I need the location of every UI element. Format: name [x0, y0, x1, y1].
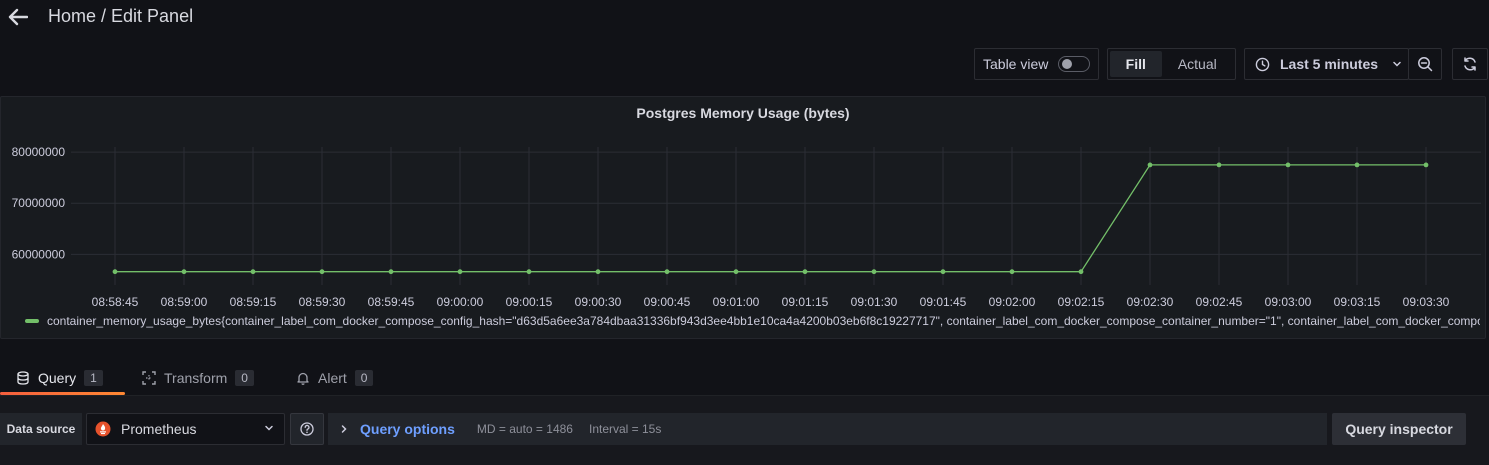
page-title: Home / Edit Panel: [48, 6, 194, 26]
data-point: [319, 269, 325, 275]
x-tick-label: 09:03:30: [1403, 295, 1450, 309]
query-options-label: Query options: [360, 421, 455, 437]
question-circle-icon: [300, 422, 314, 436]
x-tick-label: 09:01:30: [851, 295, 898, 309]
x-tick-label: 08:59:00: [161, 295, 208, 309]
query-inspector-button[interactable]: Query inspector: [1332, 413, 1466, 445]
data-point: [733, 269, 739, 275]
bell-icon: [297, 372, 309, 385]
data-point: [1147, 162, 1153, 168]
y-tick-label: 60000000: [12, 247, 66, 261]
x-tick-label: 09:02:30: [1127, 295, 1174, 309]
x-tick-label: 09:02:45: [1196, 295, 1243, 309]
x-tick-label: 09:02:15: [1058, 295, 1105, 309]
time-range-label: Last 5 minutes: [1280, 56, 1379, 72]
chevron-down-icon: [265, 425, 273, 431]
arrow-left-icon: [8, 8, 28, 26]
data-point: [181, 269, 187, 275]
back-button[interactable]: [4, 4, 32, 30]
tab-transform-count: 0: [235, 370, 254, 386]
x-tick-label: 09:01:00: [713, 295, 760, 309]
y-tick-label: 70000000: [12, 196, 66, 210]
chevron-down-icon: [1393, 61, 1401, 67]
database-icon: [17, 371, 29, 385]
data-point: [526, 269, 532, 275]
datasource-select[interactable]: Prometheus: [86, 413, 285, 445]
x-tick-label: 09:01:45: [920, 295, 967, 309]
tab-alert[interactable]: Alert 0: [296, 366, 374, 390]
interval-info: Interval = 15s: [588, 422, 662, 436]
data-point: [112, 269, 118, 275]
data-point: [1009, 269, 1015, 275]
tab-alert-label: Alert: [318, 370, 347, 386]
x-tick-label: 09:00:15: [506, 295, 553, 309]
data-point: [1285, 162, 1291, 168]
x-tick-label: 08:59:15: [230, 295, 277, 309]
refresh-icon: [1464, 57, 1476, 71]
x-tick-label: 09:00:30: [575, 295, 622, 309]
fill-actual-toggle: Fill Actual: [1107, 48, 1236, 80]
zoom-out-button[interactable]: [1408, 48, 1442, 80]
y-tick-label: 80000000: [12, 145, 66, 159]
graph-panel: Postgres Memory Usage (bytes) 60000000 70…: [0, 96, 1486, 339]
legend-color-swatch: [25, 319, 39, 323]
fill-button[interactable]: Fill: [1110, 51, 1162, 77]
table-view-toggle[interactable]: Table view: [974, 48, 1099, 80]
prometheus-logo-icon: [95, 421, 111, 437]
x-tick-label: 08:59:45: [368, 295, 415, 309]
x-tick-label: 09:00:45: [644, 295, 691, 309]
x-tick-label: 09:01:15: [782, 295, 829, 309]
x-tick-label: 09:03:15: [1334, 295, 1381, 309]
chevron-right-icon: [341, 425, 347, 433]
x-tick-label: 09:00:00: [437, 295, 484, 309]
x-tick-label: 08:59:30: [299, 295, 346, 309]
data-point: [1423, 162, 1429, 168]
actual-button[interactable]: Actual: [1162, 51, 1233, 77]
data-point: [457, 269, 463, 275]
query-options-toggle[interactable]: Query options MD = auto = 1486 Interval …: [328, 413, 1327, 445]
x-tick-label: 08:58:45: [92, 295, 139, 309]
data-point: [871, 269, 877, 275]
datasource-label: Data source: [0, 413, 82, 445]
data-point: [595, 269, 601, 275]
zoom-out-icon: [1418, 57, 1433, 72]
tab-alert-count: 0: [354, 370, 374, 386]
table-view-label: Table view: [983, 56, 1049, 72]
series-line: [115, 164, 1426, 273]
transform-icon: [142, 371, 156, 385]
data-point: [250, 269, 256, 275]
tab-transform[interactable]: Transform 0: [142, 366, 254, 390]
data-point: [388, 269, 394, 275]
memory-usage-chart: 60000000 70000000 80000000 08:58:45 08:59:00…: [12, 145, 1481, 309]
x-tick-label: 09:02:00: [989, 295, 1036, 309]
data-point: [1354, 162, 1360, 168]
tab-query-count: 1: [84, 370, 103, 386]
x-tick-label: 09:03:00: [1265, 295, 1312, 309]
data-point: [1078, 269, 1084, 275]
datasource-help-button[interactable]: [290, 413, 324, 445]
table-view-switch[interactable]: [1058, 56, 1091, 72]
clock-icon: [1255, 57, 1270, 71]
tab-query[interactable]: Query 1: [16, 366, 103, 390]
data-point: [664, 269, 670, 275]
legend[interactable]: container_memory_usage_bytes{container_l…: [25, 314, 1480, 328]
data-point: [1216, 162, 1222, 168]
refresh-button[interactable]: [1452, 48, 1488, 80]
datasource-value: Prometheus: [121, 421, 197, 437]
data-point: [940, 269, 946, 275]
time-range-picker[interactable]: Last 5 minutes: [1244, 48, 1409, 80]
tab-transform-label: Transform: [164, 370, 228, 386]
legend-series-label[interactable]: container_memory_usage_bytes{container_l…: [47, 314, 1480, 328]
tab-query-label: Query: [38, 370, 77, 386]
max-data-points-info: MD = auto = 1486: [476, 422, 573, 436]
data-point: [802, 269, 808, 275]
